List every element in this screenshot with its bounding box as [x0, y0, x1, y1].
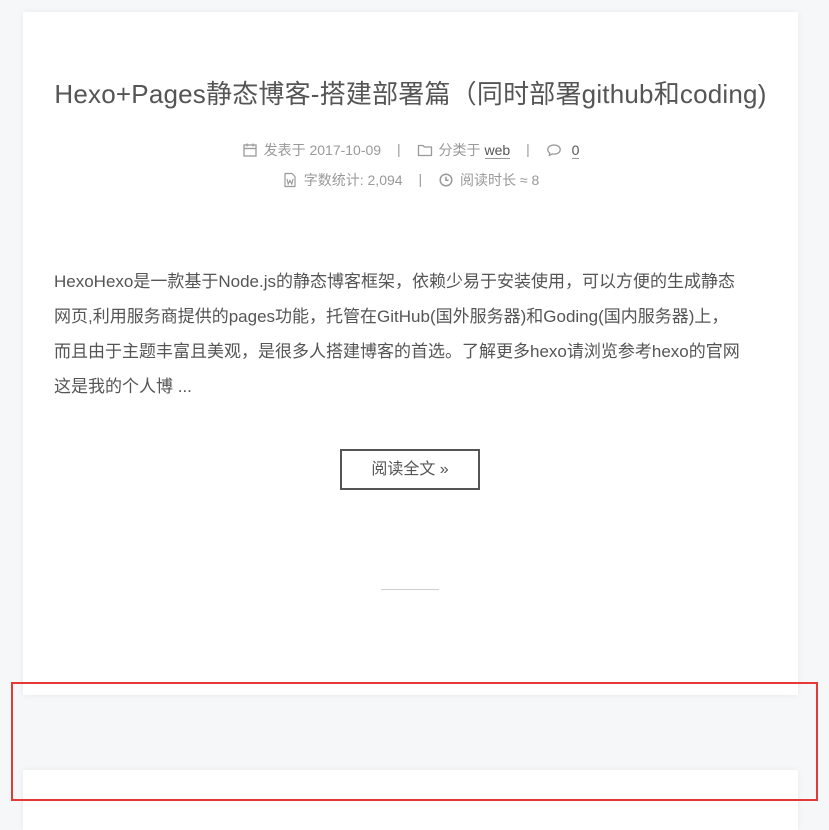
calendar-icon [242, 142, 258, 158]
meta-separator: | [418, 170, 423, 187]
category-label: 分类于 [438, 142, 481, 158]
read-more-button[interactable]: 阅读全文 » [340, 449, 480, 490]
folder-icon [417, 142, 433, 158]
post-end-divider [381, 589, 439, 590]
meta-separator: | [396, 140, 401, 157]
comment-icon [546, 142, 562, 158]
word-count-value: 2,094 [367, 172, 403, 188]
posted-label: 发表于 [263, 142, 306, 158]
read-time-label: 阅读时长 ≈ [459, 172, 528, 188]
comments-count-link[interactable]: 0 [571, 142, 580, 159]
next-post-card [23, 770, 798, 830]
word-file-icon [282, 172, 298, 188]
category-link[interactable]: web [484, 142, 511, 159]
meta-separator: | [526, 140, 530, 157]
excerpt-line: 而且由于主题丰富且美观，是很多人搭建博客的首选。了解更多hexo请浏览参考hex… [54, 342, 740, 361]
read-time: 阅读时长 ≈ 8 [438, 170, 539, 190]
posted-date: 2017-10-09 [309, 142, 382, 158]
excerpt-line: 这是我的个人博 ... [54, 377, 192, 396]
excerpt-line: HexoHexo是一款基于Node.js的静态博客框架，依赖少易于安装使用，可以… [54, 272, 736, 291]
post-excerpt: HexoHexo是一款基于Node.js的静态博客框架，依赖少易于安装使用，可以… [54, 264, 774, 404]
read-time-value: 8 [531, 172, 540, 188]
word-count-label: 字数统计: [303, 172, 364, 188]
post-category: 分类于 web [417, 140, 511, 160]
post-date: 发表于 2017-10-09 [242, 140, 382, 160]
post-title[interactable]: Hexo+Pages静态博客-搭建部署篇（同时部署github和coding) [23, 74, 798, 111]
excerpt-line: 网页,利用服务商提供的pages功能，托管在GitHub(国外服务器)和Godi… [54, 307, 729, 326]
post-comments: 0 [546, 142, 580, 159]
clock-icon [438, 172, 454, 188]
post-meta-secondary: 字数统计: 2,094 | 阅读时长 ≈ 8 [23, 170, 798, 190]
post-card: Hexo+Pages静态博客-搭建部署篇（同时部署github和coding) … [23, 12, 798, 695]
word-count: 字数统计: 2,094 [282, 170, 403, 190]
post-meta-primary: 发表于 2017-10-09 | 分类于 web | 0 [23, 140, 798, 160]
